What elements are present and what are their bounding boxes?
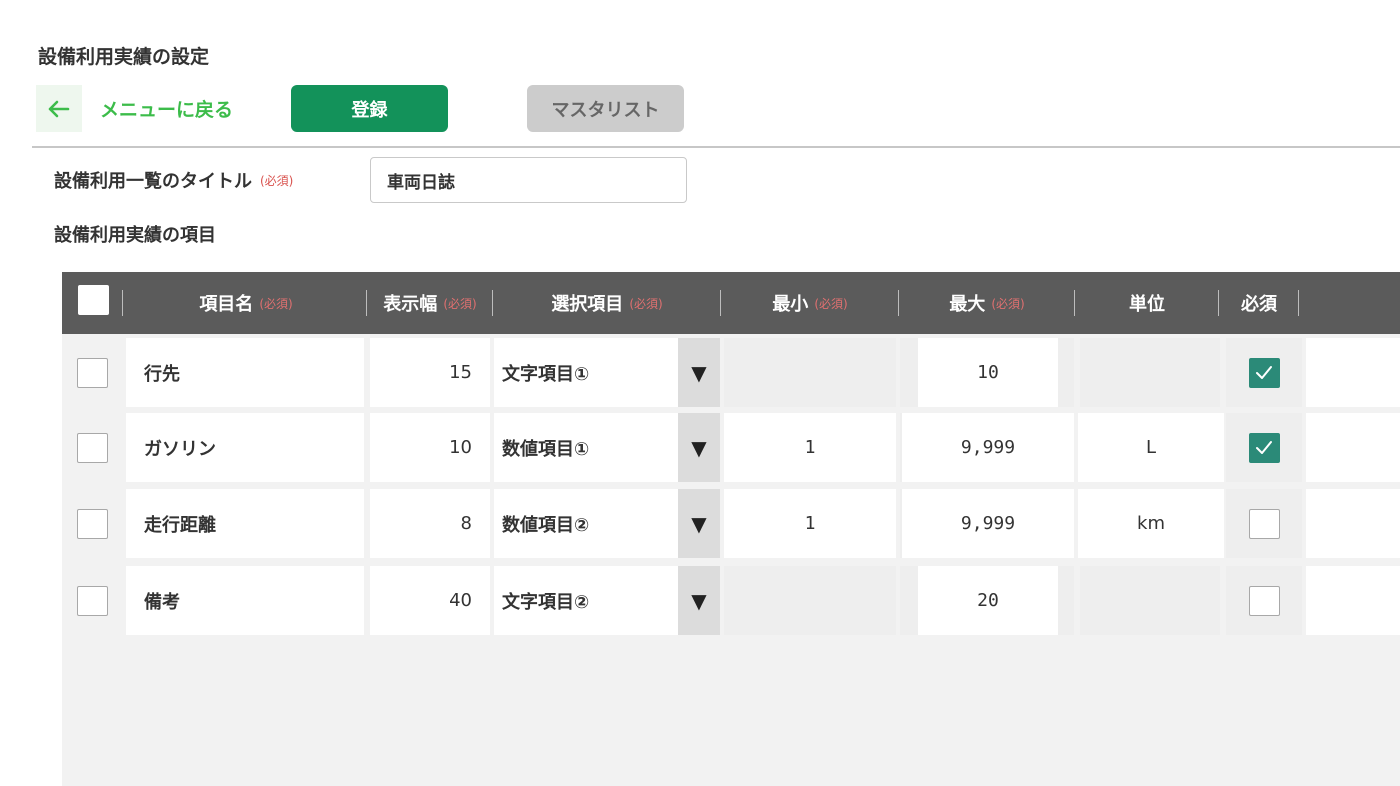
title-field-label: 設備利用一覧のタイトル [54, 171, 252, 192]
row-select-cell [62, 489, 122, 558]
header-unit-label: 単位 [1129, 294, 1165, 315]
header-select: 選択項目 (必須) [494, 272, 720, 334]
triangle-down-icon[interactable]: ▼ [678, 413, 720, 482]
arrow-left-icon [36, 85, 82, 132]
table-header: 項目名 (必須) 表示幅 (必須) 選択項目 (必須) 最小 (必須) 最大 (… [62, 272, 1400, 334]
required-tag: (必須) [814, 296, 848, 311]
min-value-cell [724, 566, 896, 635]
checkmark-icon [1253, 438, 1275, 458]
required-tag: (必須) [443, 296, 477, 311]
max-value-cell[interactable]: 10 [918, 338, 1058, 407]
required-checkbox[interactable] [1248, 432, 1280, 463]
row-end-cell [1306, 338, 1400, 407]
display-width-cell[interactable]: 40 [370, 566, 490, 635]
unit-cell[interactable]: km [1078, 489, 1224, 558]
max-value-cell[interactable]: 9,999 [902, 489, 1074, 558]
row-select-checkbox[interactable] [76, 432, 108, 463]
row-select-checkbox[interactable] [76, 357, 108, 388]
table-row: ガソリン 10 数値項目① ▼ 1 9,999 L [62, 409, 1400, 482]
required-checkbox[interactable] [1248, 585, 1280, 616]
item-name-cell[interactable]: 備考 [126, 566, 364, 635]
select-item-dropdown[interactable]: 数値項目② [494, 489, 678, 558]
header-width: 表示幅 (必須) [368, 272, 492, 334]
header-min-label: 最小 [772, 294, 809, 315]
header-separator [366, 290, 367, 316]
triangle-down-icon[interactable]: ▼ [678, 338, 720, 407]
required-tag: (必須) [259, 296, 293, 311]
header-required: 必須 [1220, 272, 1298, 334]
row-select-cell [62, 566, 122, 635]
item-name-cell[interactable]: 行先 [126, 338, 364, 407]
table-row: 行先 15 文字項目① ▼ 10 [62, 334, 1400, 407]
unit-cell[interactable]: L [1078, 413, 1224, 482]
select-all-checkbox[interactable] [78, 285, 109, 315]
row-select-cell [62, 413, 122, 482]
register-button[interactable]: 登録 [291, 85, 448, 132]
select-item-dropdown[interactable]: 文字項目② [494, 566, 678, 635]
row-select-checkbox[interactable] [76, 508, 108, 539]
header-max: 最大 (必須) [900, 272, 1074, 334]
title-field-label-row: 設備利用一覧のタイトル (必須) [54, 157, 293, 203]
toolbar: メニューに戻る 登録 マスタリスト [36, 85, 736, 133]
row-select-checkbox[interactable] [76, 585, 108, 616]
required-tag: (必須) [629, 296, 663, 311]
back-to-menu-link[interactable]: メニューに戻る [36, 85, 233, 132]
back-to-menu-label: メニューに戻る [100, 99, 234, 121]
header-name-label: 項目名 [199, 294, 254, 315]
display-width-cell[interactable]: 8 [370, 489, 490, 558]
required-cell [1226, 566, 1302, 635]
min-value-cell [724, 338, 896, 407]
row-end-cell [1306, 566, 1400, 635]
select-item-dropdown[interactable]: 文字項目① [494, 338, 678, 407]
max-value-cell[interactable]: 9,999 [902, 413, 1074, 482]
header-separator [492, 290, 493, 316]
required-cell [1226, 413, 1302, 482]
unit-cell [1080, 338, 1220, 407]
select-item-dropdown[interactable]: 数値項目① [494, 413, 678, 482]
display-width-cell[interactable]: 15 [370, 338, 490, 407]
header-select-label: 選択項目 [551, 294, 624, 315]
table-row: 走行距離 8 数値項目② ▼ 1 9,999 km [62, 485, 1400, 558]
page-title: 設備利用実績の設定 [38, 46, 210, 68]
min-value-cell[interactable]: 1 [724, 413, 896, 482]
divider [32, 146, 1400, 148]
required-checkbox[interactable] [1248, 357, 1280, 388]
required-tag: (必須) [991, 296, 1025, 311]
header-min: 最小 (必須) [722, 272, 898, 334]
triangle-down-icon[interactable]: ▼ [678, 566, 720, 635]
checkmark-icon [1253, 363, 1275, 383]
header-width-label: 表示幅 [383, 294, 438, 315]
section-title: 設備利用実績の項目 [54, 225, 216, 246]
header-separator [898, 290, 899, 316]
header-separator [1298, 290, 1299, 316]
required-tag: (必須) [260, 173, 294, 188]
header-separator [1074, 290, 1075, 316]
min-value-cell[interactable]: 1 [724, 489, 896, 558]
unit-cell [1080, 566, 1220, 635]
item-name-cell[interactable]: 走行距離 [126, 489, 364, 558]
header-required-label: 必須 [1241, 294, 1277, 315]
row-end-cell [1306, 489, 1400, 558]
header-separator [720, 290, 721, 316]
required-checkbox[interactable] [1248, 508, 1280, 539]
header-unit: 単位 [1076, 272, 1218, 334]
max-value-cell[interactable]: 20 [918, 566, 1058, 635]
row-select-cell [62, 338, 122, 407]
header-separator [122, 290, 123, 316]
header-max-label: 最大 [949, 294, 986, 315]
table-row: 備考 40 文字項目② ▼ 20 [62, 562, 1400, 635]
header-name: 項目名 (必須) [126, 272, 366, 334]
item-name-cell[interactable]: ガソリン [126, 413, 364, 482]
triangle-down-icon[interactable]: ▼ [678, 489, 720, 558]
master-list-button[interactable]: マスタリスト [527, 85, 684, 132]
items-table: 項目名 (必須) 表示幅 (必須) 選択項目 (必須) 最小 (必須) 最大 (… [62, 272, 1400, 786]
required-cell [1226, 338, 1302, 407]
display-width-cell[interactable]: 10 [370, 413, 490, 482]
row-end-cell [1306, 413, 1400, 482]
title-input[interactable] [370, 157, 687, 203]
header-separator [1218, 290, 1219, 316]
required-cell [1226, 489, 1302, 558]
